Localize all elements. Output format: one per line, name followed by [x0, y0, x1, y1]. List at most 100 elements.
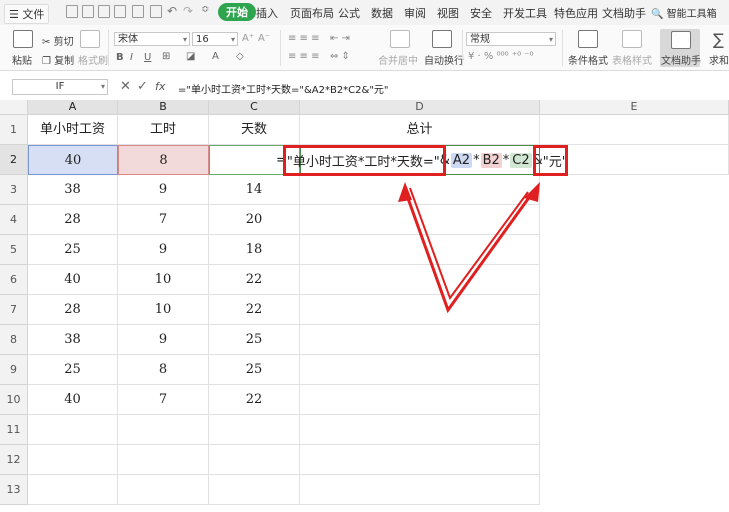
table-cell[interactable] — [28, 475, 118, 505]
row-header[interactable]: 13 — [0, 475, 28, 505]
cell-a2[interactable]: 40 — [28, 145, 118, 175]
distributed-icon[interactable]: ⇔ ⇕ — [330, 51, 350, 62]
table-cell[interactable]: 38 — [28, 325, 118, 355]
table-cell[interactable]: 22 — [209, 295, 300, 325]
row-header[interactable]: 6 — [0, 265, 28, 295]
tab-developer[interactable]: 开发工具 — [503, 5, 547, 21]
table-cell[interactable]: 9 — [118, 235, 209, 265]
bold-icon[interactable]: B — [116, 52, 124, 63]
cell-d1[interactable]: 总计 — [300, 115, 540, 145]
table-cell[interactable]: 7 — [118, 205, 209, 235]
row-header[interactable]: 4 — [0, 205, 28, 235]
row-header[interactable]: 12 — [0, 445, 28, 475]
tab-page-layout[interactable]: 页面布局 — [290, 5, 334, 21]
tab-review[interactable]: 审阅 — [404, 5, 426, 21]
align-left-icon[interactable]: ≡ ≡ ≡ — [288, 51, 320, 62]
row-header[interactable]: 10 — [0, 385, 28, 415]
table-cell[interactable]: 10 — [118, 295, 209, 325]
format-painter-button[interactable]: 格式刷 — [78, 52, 108, 67]
smart-toolbox-search[interactable]: 🔍 智能工具箱 — [648, 4, 720, 21]
table-cell[interactable]: 7 — [118, 385, 209, 415]
tab-data[interactable]: 数据 — [371, 5, 393, 21]
cell-e1[interactable] — [540, 115, 729, 145]
merge-icon[interactable] — [390, 30, 410, 48]
table-cell[interactable] — [28, 445, 118, 475]
font-name-select[interactable]: 宋体 ▾ — [114, 32, 190, 46]
table-cell[interactable]: 8 — [118, 355, 209, 385]
cell-b2[interactable]: 8 — [118, 145, 209, 175]
table-cell[interactable]: 38 — [28, 175, 118, 205]
align-top-icon[interactable]: ≡ ≡ ≡ — [288, 33, 320, 44]
table-cell[interactable] — [300, 385, 540, 415]
formula-input[interactable]: ="单小时工资*工时*天数="&A2*B2*C2&"元" — [178, 81, 389, 96]
table-cell[interactable] — [118, 445, 209, 475]
fill-color-icon[interactable]: ◪ — [186, 51, 195, 62]
border-icon[interactable]: ⊞ — [162, 51, 170, 62]
paste-icon[interactable] — [13, 30, 33, 48]
row-header[interactable]: 11 — [0, 415, 28, 445]
cell-c1[interactable]: 天数 — [209, 115, 300, 145]
row-header[interactable]: 5 — [0, 235, 28, 265]
table-cell[interactable]: 25 — [28, 355, 118, 385]
currency-icon[interactable]: ¥ · % ⁰⁰⁰ ⁺⁰ ⁻⁰ — [468, 51, 534, 62]
table-cell[interactable]: 9 — [118, 175, 209, 205]
sum-button[interactable]: 求和 — [709, 52, 729, 67]
sigma-icon[interactable]: ∑ — [713, 30, 724, 49]
conditional-format-icon[interactable] — [578, 30, 598, 48]
save-icon[interactable] — [98, 5, 110, 18]
column-header-e[interactable]: E — [540, 100, 729, 115]
select-all-corner[interactable] — [0, 100, 28, 115]
indent-icon[interactable]: ⇤ ⇥ — [330, 33, 350, 44]
print-icon[interactable] — [132, 5, 144, 18]
column-header-b[interactable]: B — [118, 100, 209, 115]
cut-button[interactable]: ✂ 剪切 — [42, 33, 74, 48]
table-cell[interactable]: 40 — [28, 385, 118, 415]
underline-icon[interactable]: U — [144, 52, 151, 63]
name-box[interactable]: IF ▾ — [12, 79, 108, 95]
decrease-font-icon[interactable]: A⁻ — [258, 33, 270, 44]
table-cell[interactable]: 10 — [118, 265, 209, 295]
italic-icon[interactable]: I — [130, 52, 133, 63]
table-cell[interactable] — [118, 475, 209, 505]
tab-formulas[interactable]: 公式 — [338, 5, 360, 21]
table-cell[interactable] — [300, 475, 540, 505]
row-header[interactable]: 2 — [0, 145, 28, 175]
table-cell[interactable]: 22 — [209, 265, 300, 295]
table-cell[interactable] — [300, 415, 540, 445]
table-cell[interactable]: 18 — [209, 235, 300, 265]
format-painter-icon[interactable] — [80, 30, 100, 48]
confirm-icon[interactable]: ✓ — [137, 79, 148, 94]
merge-center-button[interactable]: 合并居中 — [378, 52, 418, 67]
table-cell[interactable]: 20 — [209, 205, 300, 235]
tab-view[interactable]: 视图 — [437, 5, 459, 21]
font-color-icon[interactable]: A — [212, 51, 219, 62]
column-header-c[interactable]: C — [209, 100, 300, 115]
row-header[interactable]: 1 — [0, 115, 28, 145]
redo-icon[interactable]: ↷ — [183, 4, 193, 18]
table-cell[interactable] — [209, 445, 300, 475]
row-header[interactable]: 8 — [0, 325, 28, 355]
number-format-select[interactable]: 常规 ▾ — [466, 32, 556, 46]
insert-function-button[interactable]: fx — [155, 80, 165, 93]
cell-e2[interactable] — [540, 145, 729, 175]
conditional-format-button[interactable]: 条件格式 — [568, 52, 608, 67]
table-style-icon[interactable] — [622, 30, 642, 48]
file-menu-button[interactable]: ☰ 文件 — [4, 4, 50, 24]
doc-helper-button[interactable]: 文档助手 — [660, 29, 701, 67]
table-cell[interactable] — [209, 415, 300, 445]
table-cell[interactable] — [28, 415, 118, 445]
table-cell[interactable]: 25 — [209, 325, 300, 355]
table-cell[interactable] — [300, 355, 540, 385]
copy-button[interactable]: ❐ 复制 — [42, 52, 74, 67]
row-header[interactable]: 7 — [0, 295, 28, 325]
cell-b1[interactable]: 工时 — [118, 115, 209, 145]
export-pdf-icon[interactable] — [114, 5, 126, 18]
cell-a1[interactable]: 单小时工资 — [28, 115, 118, 145]
increase-font-icon[interactable]: A⁺ — [242, 33, 254, 44]
open-icon[interactable] — [82, 5, 94, 18]
table-cell[interactable] — [300, 445, 540, 475]
table-cell[interactable]: 22 — [209, 385, 300, 415]
table-cell[interactable]: 28 — [28, 295, 118, 325]
table-cell[interactable]: 9 — [118, 325, 209, 355]
table-cell[interactable] — [209, 475, 300, 505]
